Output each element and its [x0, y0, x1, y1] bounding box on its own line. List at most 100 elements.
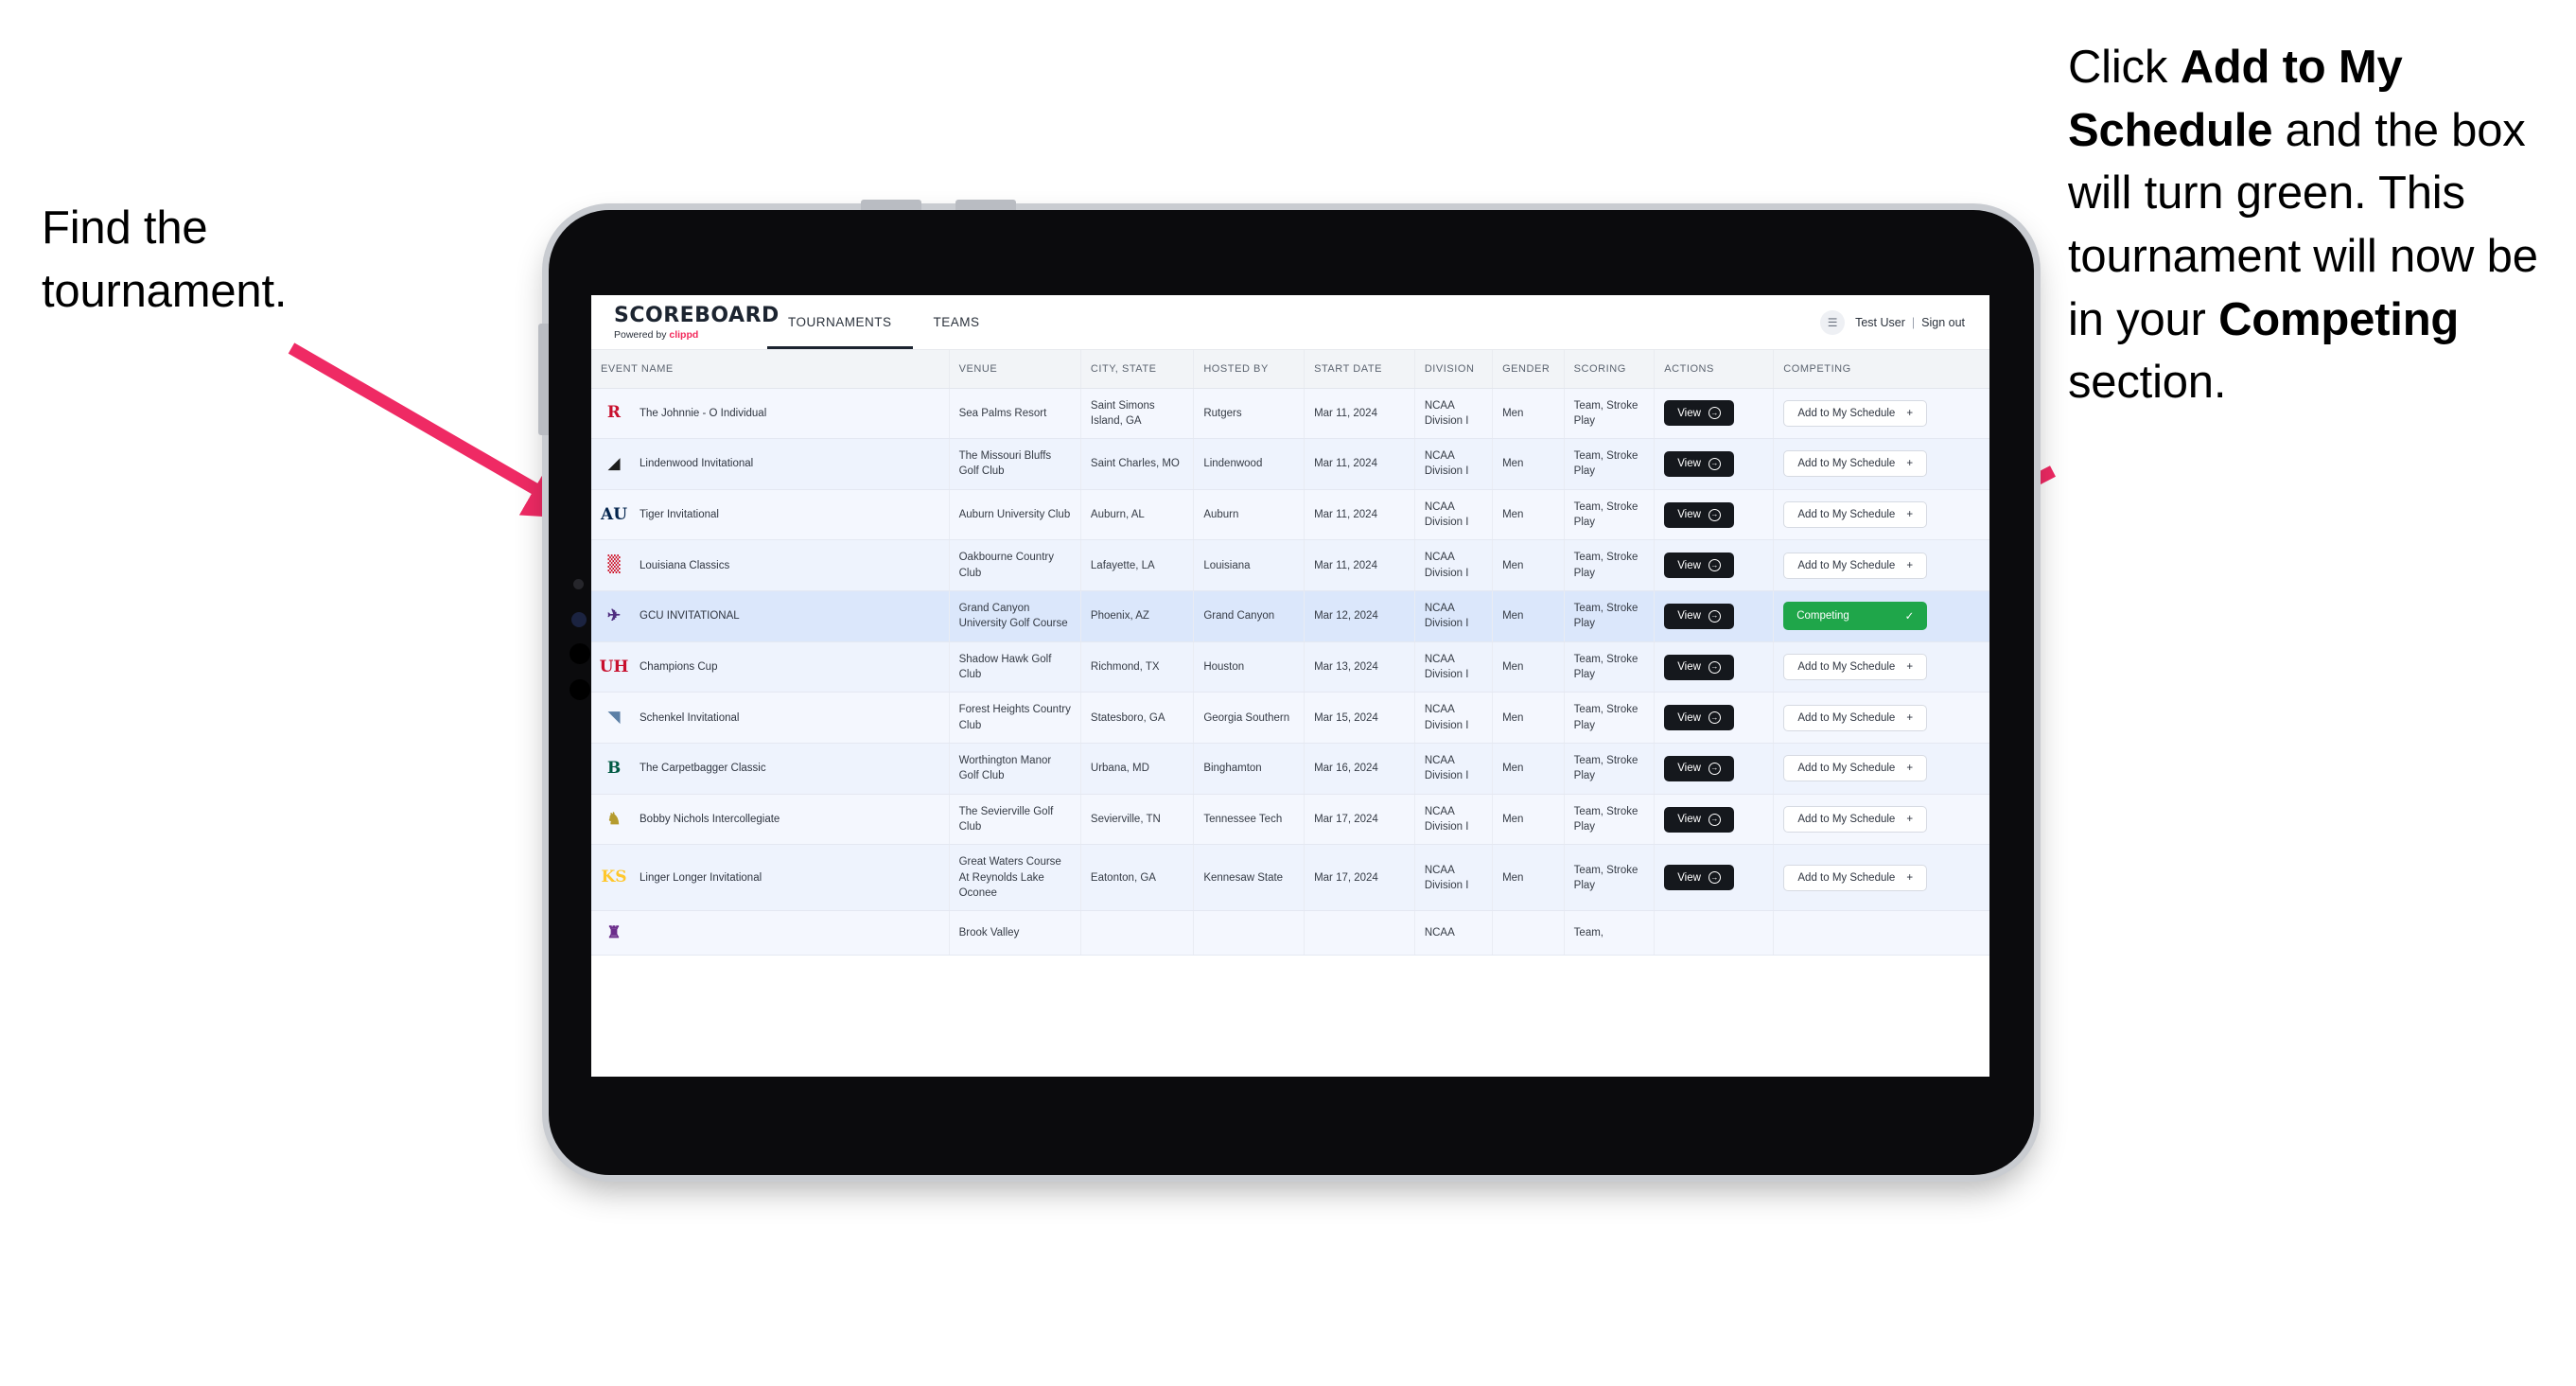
col-header-hosted-by[interactable]: HOSTED BY	[1193, 350, 1306, 389]
col-header-competing[interactable]: COMPETING	[1773, 350, 1989, 389]
tab-teams[interactable]: TEAMS	[913, 295, 1001, 349]
plus-icon: +	[1906, 458, 1914, 470]
cell-start-date: Mar 17, 2024	[1304, 794, 1415, 846]
cell-event-name: ▒ Louisiana Classics	[591, 539, 950, 592]
table-row[interactable]: B The Carpetbagger Classic Worthington Man…	[591, 743, 1989, 795]
table-row[interactable]: KS Linger Longer Invitational Great Waters…	[591, 844, 1989, 912]
add-to-my-schedule-button[interactable]: Add to My Schedule +	[1783, 654, 1928, 681]
user-area: ☰ Test User | Sign out	[1820, 295, 1989, 349]
tablet-sensor	[571, 612, 587, 627]
add-to-my-schedule-label: Add to My Schedule	[1797, 814, 1896, 826]
col-header-city-state[interactable]: CITY, STATE	[1080, 350, 1195, 389]
cell-competing	[1773, 910, 1989, 956]
add-to-my-schedule-button[interactable]: Add to My Schedule +	[1783, 450, 1928, 478]
table-row[interactable]: ♜ Brook Valley NCAA Team,	[591, 910, 1989, 956]
view-button[interactable]: View →	[1664, 450, 1734, 477]
arrow-right-circle-icon: →	[1708, 559, 1721, 572]
table-row[interactable]: ◢ Lindenwood Invitational The Missouri Blu…	[591, 438, 1989, 490]
add-to-my-schedule-button[interactable]: Add to My Schedule +	[1783, 501, 1928, 529]
col-header-gender[interactable]: GENDER	[1492, 350, 1565, 389]
cell-division: NCAA Division I	[1414, 388, 1494, 440]
tablet-top-button-1[interactable]	[861, 200, 921, 210]
sign-out-link[interactable]: Sign out	[1921, 316, 1965, 329]
view-button[interactable]: View →	[1664, 755, 1734, 781]
brand-powered-prefix: Powered by	[614, 329, 670, 341]
tab-tournaments-label: TOURNAMENTS	[788, 315, 892, 329]
cell-actions: View →	[1654, 743, 1775, 795]
view-button[interactable]: View →	[1664, 400, 1734, 427]
view-button[interactable]: View →	[1664, 865, 1734, 891]
view-button[interactable]: View →	[1664, 806, 1734, 833]
table-row[interactable]: R The Johnnie - O Individual Sea Palms Res…	[591, 388, 1989, 440]
view-button[interactable]: View →	[1664, 603, 1734, 629]
cell-hosted-by: Georgia Southern	[1193, 692, 1306, 745]
cell-venue: Shadow Hawk Golf Club	[949, 641, 1081, 693]
tablet-top-button-2[interactable]	[955, 200, 1016, 210]
cell-division: NCAA Division I	[1414, 743, 1494, 795]
cell-gender: Men	[1492, 641, 1565, 693]
cell-venue: Brook Valley	[949, 910, 1081, 956]
avatar-glyph: ☰	[1827, 315, 1838, 329]
main-nav-tabs: TOURNAMENTS TEAMS	[767, 295, 1001, 349]
event-name-label: Louisiana Classics	[640, 559, 730, 571]
competing-button[interactable]: Competing ✓	[1783, 602, 1928, 631]
cell-division: NCAA Division I	[1414, 844, 1494, 912]
add-to-my-schedule-label: Add to My Schedule	[1797, 509, 1896, 521]
cell-actions: View →	[1654, 844, 1775, 912]
col-header-division[interactable]: DIVISION	[1414, 350, 1494, 389]
add-to-my-schedule-button[interactable]: Add to My Schedule +	[1783, 704, 1928, 731]
add-to-my-schedule-button[interactable]: Add to My Schedule +	[1783, 755, 1928, 782]
cell-hosted-by	[1193, 910, 1306, 956]
tablet-volume-button[interactable]	[538, 324, 549, 435]
annotation-right-text: Click Add to My Schedule and the box wil…	[2068, 42, 2538, 409]
tournaments-table-scroll[interactable]: EVENT NAME VENUE CITY, STATE HOSTED BY START…	[591, 350, 1989, 1077]
cell-gender: Men	[1492, 692, 1565, 745]
tablet-device-frame: SCOREBOARD Powered by clippd TOURNAMENTS…	[538, 200, 2034, 1175]
col-header-actions[interactable]: ACTIONS	[1654, 350, 1775, 389]
cell-competing: Add to My Schedule +	[1773, 438, 1989, 490]
add-to-my-schedule-button[interactable]: Add to My Schedule +	[1783, 552, 1928, 579]
cell-event-name: R The Johnnie - O Individual	[591, 388, 950, 440]
col-header-event-name[interactable]: EVENT NAME	[591, 350, 950, 389]
add-to-my-schedule-button[interactable]: Add to My Schedule +	[1783, 806, 1928, 833]
cell-division: NCAA Division I	[1414, 438, 1494, 490]
table-row[interactable]: ▒ Louisiana Classics Oakbourne Country Clu…	[591, 539, 1989, 592]
tab-tournaments[interactable]: TOURNAMENTS	[767, 295, 913, 349]
annotation-left-text: Find the tournament.	[42, 202, 288, 317]
event-name-label: Linger Longer Invitational	[640, 871, 762, 884]
cell-scoring: Team, Stroke Play	[1564, 388, 1656, 440]
arrow-right-circle-icon: →	[1708, 609, 1721, 623]
table-row[interactable]: UH Champions Cup Shadow Hawk Golf Club Rich…	[591, 641, 1989, 693]
cell-event-name: UH Champions Cup	[591, 641, 950, 693]
col-header-scoring[interactable]: SCORING	[1564, 350, 1656, 389]
cell-hosted-by: Louisiana	[1193, 539, 1306, 592]
event-name-label: Schenkel Invitational	[640, 711, 740, 724]
view-button[interactable]: View →	[1664, 705, 1734, 731]
avatar-icon[interactable]: ☰	[1820, 309, 1846, 335]
table-row[interactable]: ✈ GCU INVITATIONAL Grand Canyon University…	[591, 590, 1989, 642]
team-logo-icon: R	[606, 403, 622, 423]
event-name-label: Lindenwood Invitational	[640, 458, 754, 470]
view-button-label: View	[1677, 814, 1701, 826]
add-to-my-schedule-label: Add to My Schedule	[1797, 559, 1896, 571]
add-to-my-schedule-label: Add to My Schedule	[1797, 458, 1896, 470]
arrow-right-circle-icon: →	[1708, 508, 1721, 521]
table-row[interactable]: ♞ Bobby Nichols Intercollegiate The Sevier…	[591, 794, 1989, 846]
view-button[interactable]: View →	[1664, 553, 1734, 579]
cell-scoring: Team, Stroke Play	[1564, 438, 1656, 490]
view-button[interactable]: View →	[1664, 654, 1734, 680]
cell-event-name: ◢ Lindenwood Invitational	[591, 438, 950, 490]
cell-city-state: Lafayette, LA	[1080, 539, 1195, 592]
col-header-start-date[interactable]: START DATE	[1304, 350, 1415, 389]
col-header-venue[interactable]: VENUE	[949, 350, 1081, 389]
table-row[interactable]: ◥ Schenkel Invitational Forest Heights Cou…	[591, 692, 1989, 745]
event-name-label: Bobby Nichols Intercollegiate	[640, 813, 780, 825]
view-button[interactable]: View →	[1664, 501, 1734, 528]
table-row[interactable]: AU Tiger Invitational Auburn University Cl…	[591, 489, 1989, 541]
cell-start-date	[1304, 910, 1415, 956]
add-to-my-schedule-button[interactable]: Add to My Schedule +	[1783, 864, 1928, 891]
brand-logo[interactable]: SCOREBOARD Powered by clippd	[591, 295, 779, 349]
add-to-my-schedule-button[interactable]: Add to My Schedule +	[1783, 399, 1928, 427]
cell-actions: View →	[1654, 539, 1775, 592]
cell-hosted-by: Binghamton	[1193, 743, 1306, 795]
